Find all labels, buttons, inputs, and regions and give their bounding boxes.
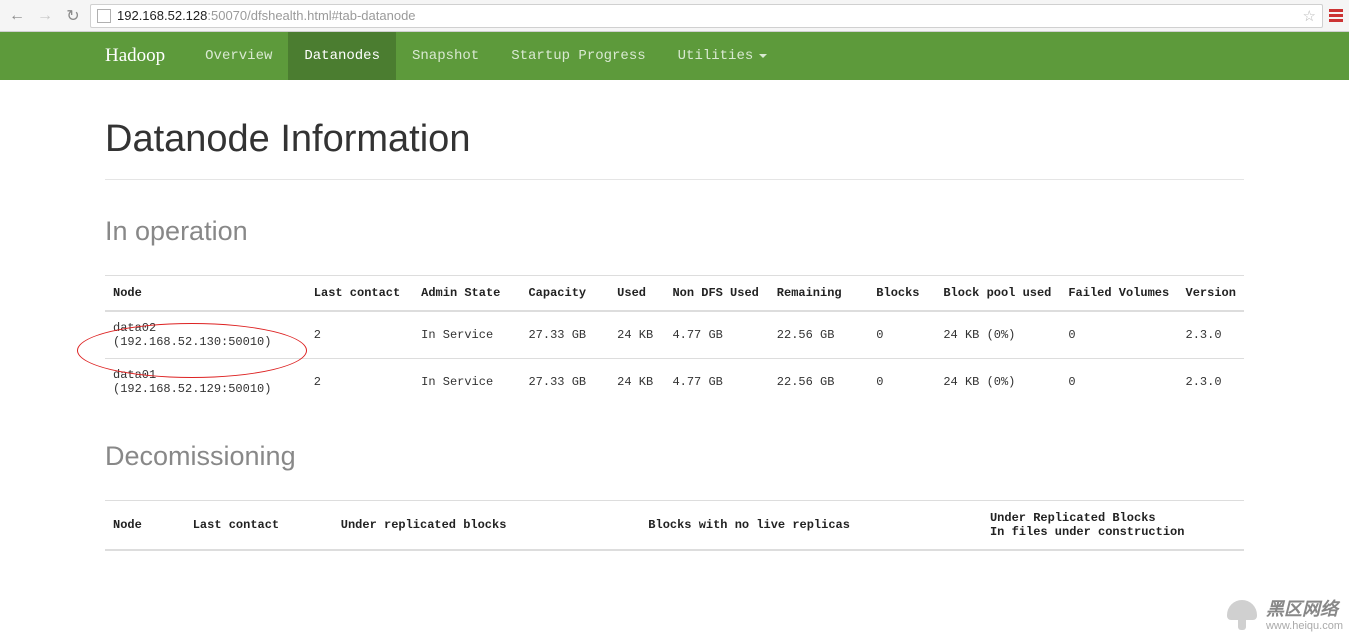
nav-item-overview[interactable]: Overview [189,32,288,80]
table-cell: 2.3.0 [1178,311,1244,359]
table-header: Under replicated blocks [333,501,641,551]
table-cell: 0 [868,359,935,406]
content: Datanode Information In operation NodeLa… [0,80,1349,551]
table-cell: 27.33 GB [520,311,609,359]
table-cell: 2 [306,359,413,406]
table-header: Version [1178,276,1244,312]
table-header: Node [105,501,185,551]
browser-chrome: ← → ↻ 192.168.52.128:50070/dfshealth.htm… [0,0,1349,32]
reload-button[interactable]: ↻ [62,5,84,27]
table-header: Last contact [306,276,413,312]
brand[interactable]: Hadoop [105,45,189,67]
table-cell: 4.77 GB [664,311,768,359]
table-cell: 24 KB [609,311,664,359]
table-row: data02 (192.168.52.130:50010)2In Service… [105,311,1244,359]
table-cell: 2 [306,311,413,359]
page-icon [97,9,111,23]
table-header: Failed Volumes [1060,276,1177,312]
table-header: Blocks [868,276,935,312]
table-cell: 0 [1060,311,1177,359]
section-decommissioning: Decomissioning [105,405,1244,482]
table-cell: In Service [413,359,520,406]
section-in-operation: In operation [105,180,1244,257]
forward-button[interactable]: → [34,5,56,27]
bookmark-star-icon[interactable]: ☆ [1303,7,1316,25]
table-header: Non DFS Used [664,276,768,312]
table-cell: data02 (192.168.52.130:50010) [105,311,306,359]
table-cell: 24 KB (0%) [935,311,1060,359]
table-cell: In Service [413,311,520,359]
in-operation-table: NodeLast contactAdmin StateCapacityUsedN… [105,275,1244,405]
navbar: Hadoop OverviewDatanodesSnapshotStartup … [0,32,1349,80]
table-header: Capacity [520,276,609,312]
decommissioning-table: NodeLast contactUnder replicated blocksB… [105,500,1244,551]
nav-item-utilities[interactable]: Utilities [662,32,784,80]
chevron-down-icon [759,54,767,58]
chrome-menu-icon[interactable] [1329,9,1343,22]
table-cell: 24 KB [609,359,664,406]
table-cell: 22.56 GB [769,311,869,359]
table-header: Admin State [413,276,520,312]
table-header: Used [609,276,664,312]
page-title: Datanode Information [105,80,1244,180]
table-header: Last contact [185,501,333,551]
table-cell: 22.56 GB [769,359,869,406]
table-row: data01 (192.168.52.129:50010)2In Service… [105,359,1244,406]
nav-item-datanodes[interactable]: Datanodes [288,32,396,80]
watermark: 黑区网络 www.heiqu.com [1224,598,1343,634]
table-cell: 0 [868,311,935,359]
table-cell: 0 [1060,359,1177,406]
url-text: 192.168.52.128:50070/dfshealth.html#tab-… [117,8,416,23]
table-cell: data01 (192.168.52.129:50010) [105,359,306,406]
url-bar[interactable]: 192.168.52.128:50070/dfshealth.html#tab-… [90,4,1323,28]
table-cell: 2.3.0 [1178,359,1244,406]
back-button[interactable]: ← [6,5,28,27]
mushroom-icon [1224,598,1260,634]
table-header: Block pool used [935,276,1060,312]
table-cell: 24 KB (0%) [935,359,1060,406]
table-cell: 4.77 GB [664,359,768,406]
table-cell: 27.33 GB [520,359,609,406]
table-header: Remaining [769,276,869,312]
table-header: Node [105,276,306,312]
table-header: Blocks with no live replicas [640,501,982,551]
nav-item-snapshot[interactable]: Snapshot [396,32,495,80]
nav-item-startup-progress[interactable]: Startup Progress [495,32,661,80]
table-header: Under Replicated Blocks In files under c… [982,501,1244,551]
